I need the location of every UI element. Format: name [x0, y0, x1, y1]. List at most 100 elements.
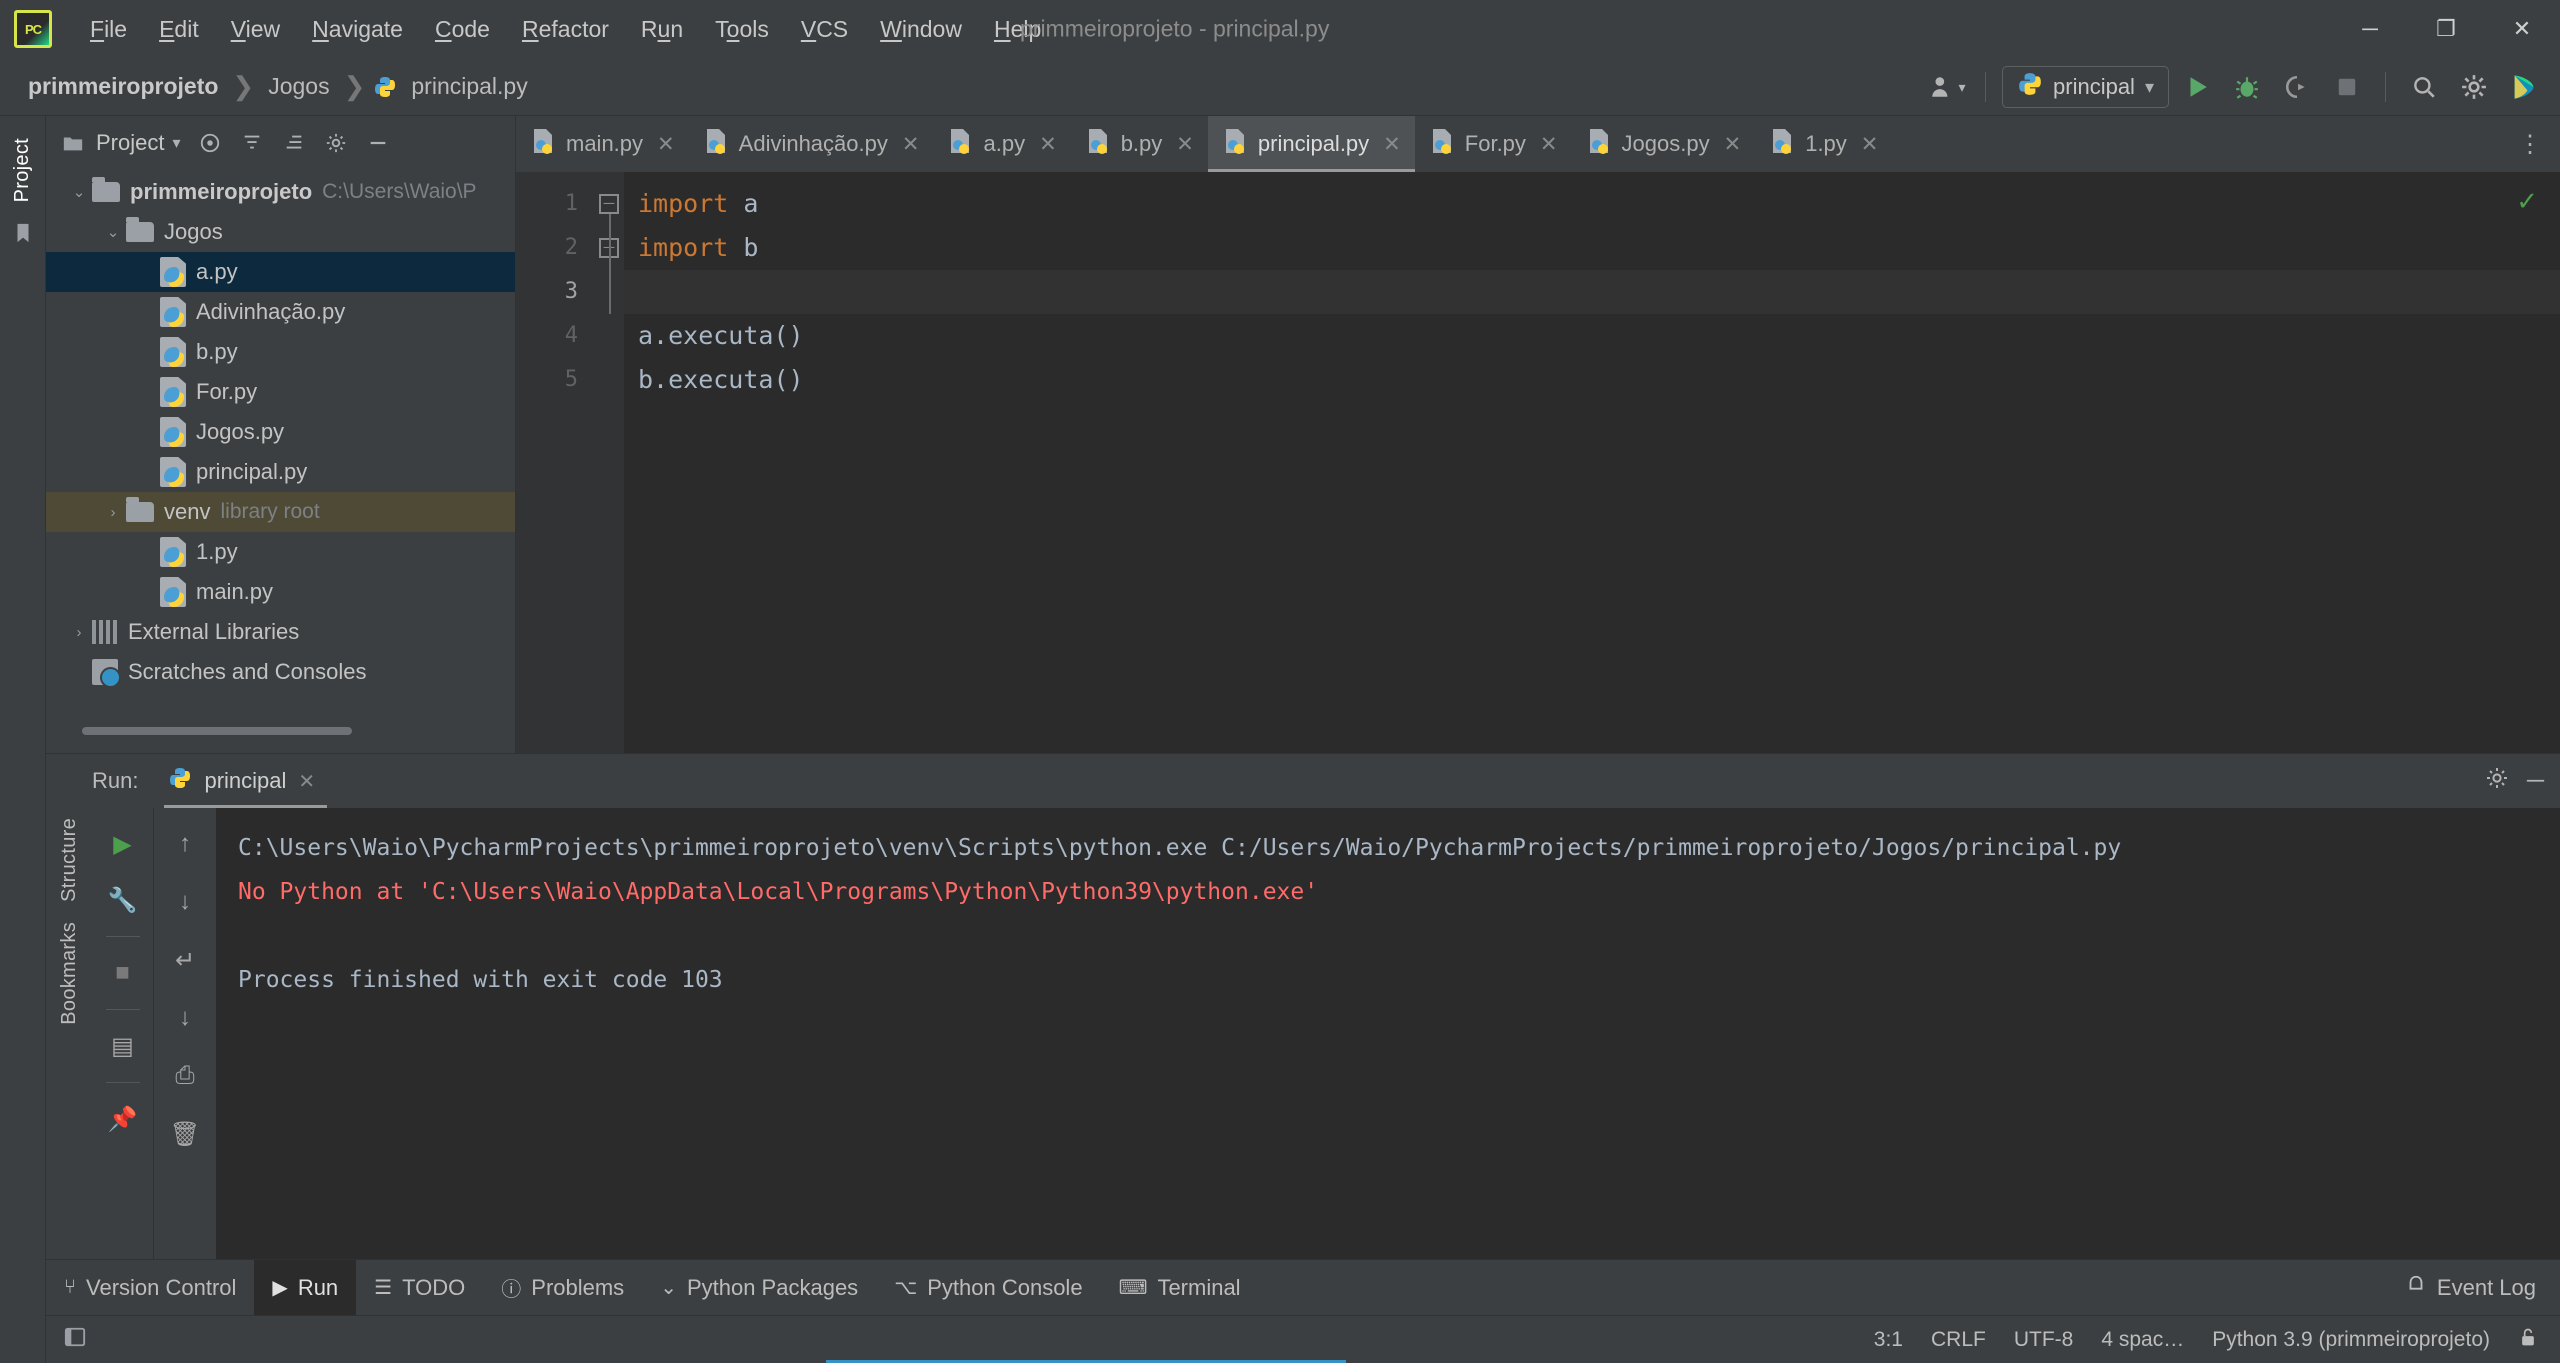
minimize-button[interactable]: ─ [2332, 0, 2408, 58]
code-line[interactable]: import a [624, 182, 2560, 226]
run-session-tab[interactable]: principal ✕ [164, 754, 327, 808]
code-line[interactable] [624, 270, 2560, 314]
menu-item-navigate[interactable]: Navigate [296, 10, 419, 49]
lock-icon[interactable] [2518, 1326, 2538, 1354]
close-icon[interactable]: ✕ [1724, 132, 1742, 157]
tree-node-jogos-py[interactable]: Jogos.py [46, 412, 515, 452]
rerun-button[interactable]: ▶ [103, 824, 143, 864]
bottom-tab-python-console[interactable]: ⌥ Python Console [876, 1260, 1100, 1316]
code-line[interactable]: import b [624, 226, 2560, 270]
project-horizontal-scrollbar[interactable] [82, 727, 505, 745]
bookmark-icon[interactable] [12, 222, 34, 250]
tree-node-b-py[interactable]: b.py [46, 332, 515, 372]
line-separator[interactable]: CRLF [1931, 1328, 1986, 1352]
close-icon[interactable]: ✕ [902, 132, 920, 157]
menu-item-window[interactable]: Window [864, 10, 978, 49]
indent-setting[interactable]: 4 spac… [2101, 1328, 2184, 1352]
gear-icon[interactable] [317, 124, 355, 162]
up-arrow-button[interactable]: ↑ [165, 824, 205, 864]
search-icon[interactable] [2402, 65, 2446, 109]
project-tree[interactable]: ⌄ primmeiroprojeto C:\Users\Waio\P ⌄ Jogos a.… [46, 170, 515, 721]
chevron-down-icon[interactable]: ▾ [172, 133, 180, 153]
gear-icon[interactable] [2452, 65, 2496, 109]
layout-button[interactable]: ▤ [103, 1026, 143, 1066]
close-icon[interactable]: ✕ [1039, 132, 1057, 157]
close-icon[interactable]: ✕ [657, 132, 675, 157]
run-configuration-selector[interactable]: principal ▾ [2002, 66, 2169, 108]
collapse-icon[interactable] [233, 124, 271, 162]
soft-wrap-button[interactable]: ↵ [165, 940, 205, 980]
menu-item-file[interactable]: File [74, 10, 143, 49]
tree-node-adivinha-o-py[interactable]: Adivinhação.py [46, 292, 515, 332]
scroll-to-end-button[interactable]: ↓ [165, 998, 205, 1038]
file-encoding[interactable]: UTF-8 [2014, 1328, 2074, 1352]
close-icon[interactable]: ✕ [1540, 132, 1558, 157]
tool-tab-project[interactable]: Project [7, 128, 38, 212]
down-arrow-button[interactable]: ↓ [165, 882, 205, 922]
bottom-tab-todo[interactable]: ☰ TODO [356, 1260, 483, 1316]
editor-tab-adivinha-o-py[interactable]: Adivinhação.py ✕ [689, 116, 934, 172]
bottom-tab-run[interactable]: ▶ Run [254, 1259, 357, 1316]
close-button[interactable]: ✕ [2484, 0, 2560, 58]
event-log-button[interactable]: Event Log [2405, 1274, 2536, 1302]
expand-icon[interactable] [275, 124, 313, 162]
menu-item-refactor[interactable]: Refactor [506, 10, 625, 49]
bottom-tab-problems[interactable]: ⓘ Problems [483, 1260, 642, 1316]
inspection-status-icon[interactable]: ✓ [2516, 186, 2538, 217]
menu-item-run[interactable]: Run [625, 10, 699, 49]
tree-node-1-py[interactable]: 1.py [46, 532, 515, 572]
editor-tab-1-py[interactable]: 1.py ✕ [1755, 116, 1892, 172]
tree-node-scratches-and-consoles[interactable]: Scratches and Consoles [46, 652, 515, 692]
close-icon[interactable]: ✕ [1176, 132, 1194, 157]
code-fold-gutter[interactable]: ── [594, 172, 624, 753]
stop-button[interactable] [2325, 65, 2369, 109]
menu-item-code[interactable]: Code [419, 10, 506, 49]
chevron-icon[interactable]: ⌄ [100, 223, 126, 241]
print-button[interactable]: ⎙ [165, 1056, 205, 1096]
tree-node-venv[interactable]: › venv library root [46, 492, 515, 532]
close-icon[interactable]: ✕ [298, 769, 315, 794]
pin-button[interactable]: 📌 [103, 1099, 143, 1139]
editor-tab-jogos-py[interactable]: Jogos.py ✕ [1572, 116, 1756, 172]
bottom-tab-python-packages[interactable]: ⌄ Python Packages [642, 1260, 876, 1316]
editor-tab-main-py[interactable]: main.py ✕ [516, 116, 689, 172]
console-actions-column[interactable]: ↑ ↓ ↵ ↓ ⎙ 🗑 [154, 808, 216, 1259]
close-icon[interactable]: ✕ [1861, 132, 1879, 157]
menu-bar[interactable]: File Edit View Navigate Code Refactor Run Tools… [74, 10, 1057, 49]
breadcrumb-item-jogos[interactable]: Jogos [262, 71, 335, 102]
python-interpreter[interactable]: Python 3.9 (primmeiroprojeto) [2212, 1328, 2490, 1352]
tabs-overflow-icon[interactable]: ⋮ [2510, 116, 2550, 172]
layout-icon[interactable] [64, 1326, 86, 1354]
code-editor[interactable]: 12345 ── import aimport ba.executa()b.ex… [516, 172, 2560, 753]
menu-item-vcs[interactable]: VCS [785, 10, 864, 49]
hide-panel-icon[interactable]: ─ [2527, 767, 2544, 795]
tree-node-principal-py[interactable]: principal.py [46, 452, 515, 492]
editor-tab-for-py[interactable]: For.py ✕ [1415, 116, 1572, 172]
chevron-icon[interactable]: ⌄ [66, 183, 92, 201]
code-line[interactable]: b.executa() [624, 358, 2560, 402]
tree-node-for-py[interactable]: For.py [46, 372, 515, 412]
target-icon[interactable] [191, 124, 229, 162]
breadcrumb-item-principal-py[interactable]: principal.py [405, 71, 533, 102]
breadcrumb-item-primmeiroprojeto[interactable]: primmeiroprojeto [22, 71, 224, 102]
run-actions-column[interactable]: ▶ 🔧 ■ ▤ 📌 [92, 808, 154, 1259]
updates-icon[interactable] [2502, 65, 2546, 109]
tree-node-main-py[interactable]: main.py [46, 572, 515, 612]
editor-tab-b-py[interactable]: b.py ✕ [1071, 116, 1208, 172]
hide-panel-icon[interactable] [359, 124, 397, 162]
tree-node-external-libraries[interactable]: › External Libraries [46, 612, 515, 652]
account-icon[interactable]: ▾ [1925, 65, 1969, 109]
tool-tab-bookmarks[interactable]: Bookmarks [54, 912, 85, 1035]
caret-position[interactable]: 3:1 [1874, 1328, 1903, 1352]
clear-all-button[interactable]: 🗑 [165, 1114, 205, 1154]
code-line[interactable]: a.executa() [624, 314, 2560, 358]
run-button[interactable] [2175, 65, 2219, 109]
menu-item-edit[interactable]: Edit [143, 10, 215, 49]
coverage-icon[interactable] [2275, 65, 2319, 109]
tree-node-primmeiroprojeto[interactable]: ⌄ primmeiroprojeto C:\Users\Waio\P [46, 172, 515, 212]
configure-button[interactable]: 🔧 [103, 880, 143, 920]
stop-button[interactable]: ■ [103, 953, 143, 993]
maximize-button[interactable]: ❐ [2408, 0, 2484, 58]
close-icon[interactable]: ✕ [1383, 132, 1401, 157]
menu-item-tools[interactable]: Tools [699, 10, 785, 49]
